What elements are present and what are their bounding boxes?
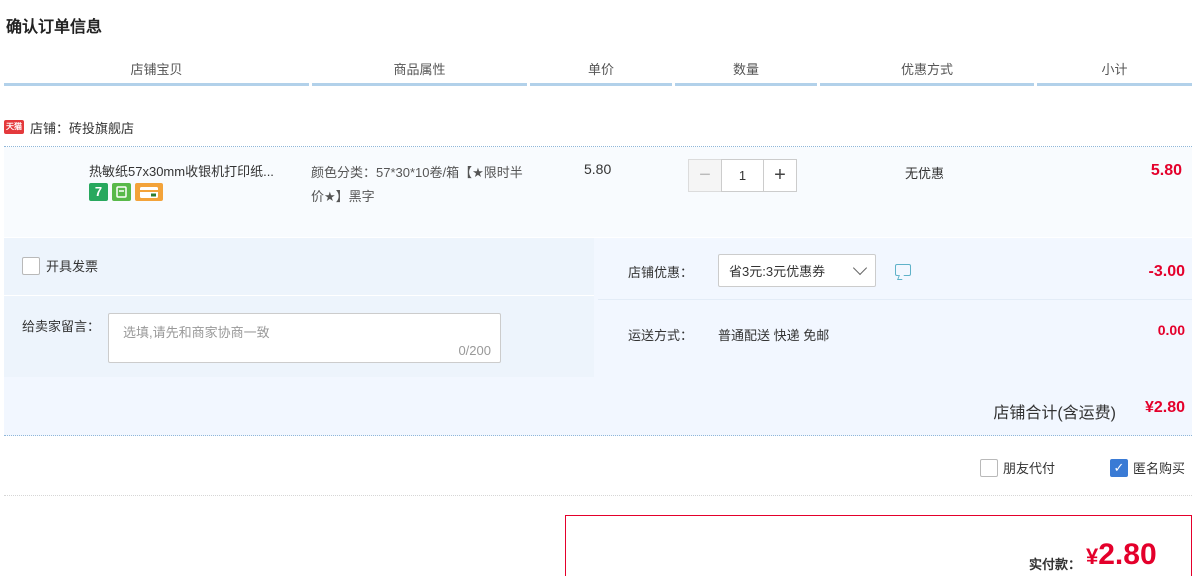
payment-amount: ¥2.80 <box>1086 538 1157 572</box>
credit-card-icon[interactable] <box>135 183 163 201</box>
column-header-quantity: 数量 <box>675 58 817 86</box>
guarantee-icon[interactable] <box>112 183 131 201</box>
shipping-method: 普通配送 快递 免邮 <box>718 328 830 343</box>
chat-icon[interactable] <box>895 264 911 276</box>
shop-row: 天猫 店铺： 砖投旗舰店 <box>4 117 134 137</box>
seller-message-count: 0/200 <box>458 343 491 358</box>
column-header-promotion: 优惠方式 <box>820 58 1034 86</box>
item-attributes: 颜色分类：57*30*10卷/箱【★限时半价★】黑字 <box>311 165 523 204</box>
shop-total-value: ¥2.80 <box>1144 399 1185 416</box>
shop-total-label: 店铺合计(含运费) <box>993 405 1116 422</box>
tmall-icon: 天猫 <box>4 120 24 134</box>
quantity-increase-button[interactable]: + <box>763 159 797 192</box>
friend-pay-label: 朋友代付 <box>1003 461 1056 476</box>
column-header-price: 单价 <box>530 58 672 86</box>
column-headers: 店铺宝贝 商品属性 单价 数量 优惠方式 小计 <box>4 58 1192 86</box>
coupon-selected-value: 省3元:3元优惠券 <box>729 264 826 279</box>
quantity-stepper: − 1 + <box>688 159 797 192</box>
payment-amount-value: 2.80 <box>1098 538 1157 571</box>
shop-discount-label: 店铺优惠： <box>628 265 694 280</box>
shop-discount-value: -3.00 <box>1148 263 1185 280</box>
shipping-label: 运送方式： <box>628 328 694 343</box>
payment-label: 实付款： <box>1029 557 1082 572</box>
quantity-decrease-button[interactable]: − <box>688 159 722 192</box>
seller-message-label: 给卖家留言： <box>22 319 101 334</box>
payment-currency: ¥ <box>1086 544 1099 569</box>
shop-name-link[interactable]: 砖投旗舰店 <box>69 118 134 137</box>
item-row: 热敏纸57x30mm收银机打印纸... 7 颜色分类：57*30*10卷/箱【★… <box>4 147 1192 237</box>
order-options-panel: 开具发票 给卖家留言： 选填,请先和商家协商一致 0/200 店铺优惠： 省3元… <box>4 238 1192 436</box>
item-promotion: 无优惠 <box>905 166 945 181</box>
quantity-input[interactable]: 1 <box>721 159 764 192</box>
column-header-shop-item: 店铺宝贝 <box>4 58 309 86</box>
column-header-attributes: 商品属性 <box>312 58 527 86</box>
friend-pay-option[interactable]: 朋友代付 <box>980 458 1055 477</box>
anonymous-label: 匿名购买 <box>1133 461 1186 476</box>
shipping-value: 0.00 <box>1157 322 1185 338</box>
coupon-select[interactable]: 省3元:3元优惠券 <box>718 254 876 287</box>
shop-label: 店铺： <box>30 120 70 136</box>
invoice-option[interactable]: 开具发票 <box>22 256 98 275</box>
invoice-checkbox[interactable] <box>22 256 40 275</box>
seller-message-input[interactable]: 选填,请先和商家协商一致 0/200 <box>108 313 501 363</box>
item-subtotal: 5.80 <box>1150 162 1182 179</box>
column-header-subtotal: 小计 <box>1037 58 1192 86</box>
seller-message-placeholder: 选填,请先和商家协商一致 <box>123 325 270 340</box>
seven-day-return-icon[interactable]: 7 <box>89 183 108 201</box>
page-title: 确认订单信息 <box>6 19 103 36</box>
payment-summary: 实付款： ¥2.80 <box>565 515 1192 576</box>
anonymous-purchase-option[interactable]: ✓ 匿名购买 <box>1110 458 1185 477</box>
chevron-down-icon <box>852 260 868 276</box>
extra-options-row: 朋友代付 ✓ 匿名购买 <box>4 456 1192 496</box>
invoice-label: 开具发票 <box>46 259 99 274</box>
friend-pay-checkbox[interactable] <box>980 458 998 477</box>
item-badges: 7 <box>89 183 163 201</box>
anonymous-checkbox[interactable]: ✓ <box>1110 458 1128 477</box>
item-unit-price: 5.80 <box>584 161 612 177</box>
item-title-link[interactable]: 热敏纸57x30mm收银机打印纸... <box>89 161 309 180</box>
